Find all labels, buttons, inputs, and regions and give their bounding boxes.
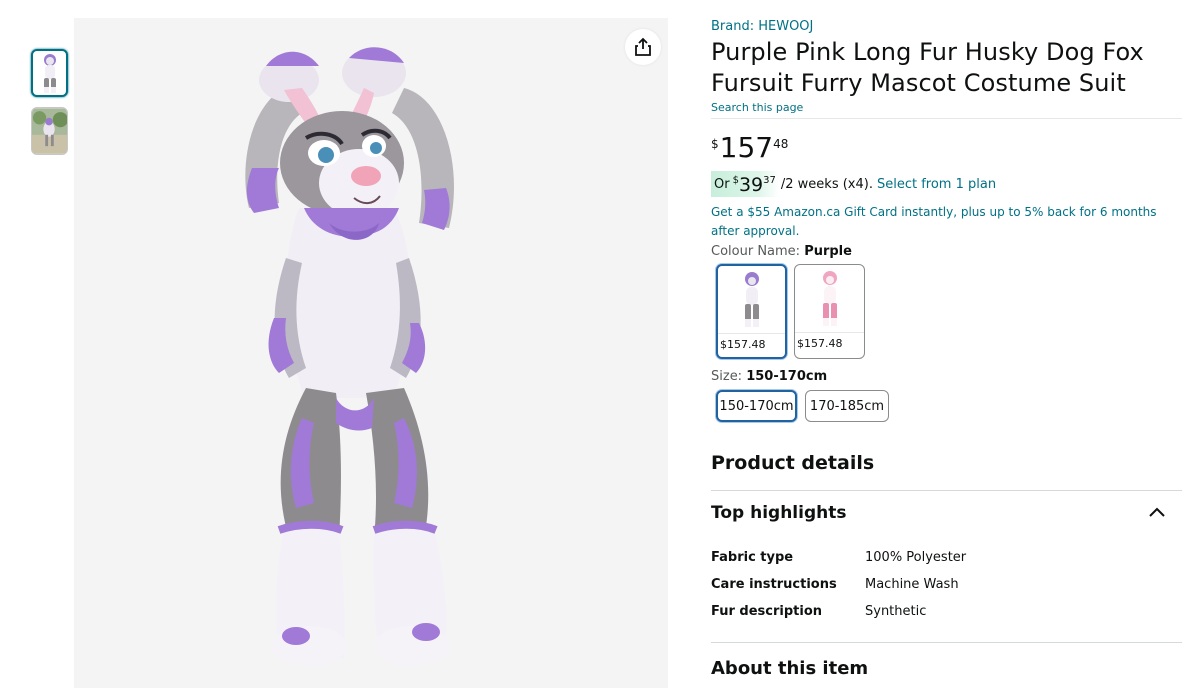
- product-details-heading: Product details: [711, 452, 875, 474]
- size-label: Size: 150-170cm: [711, 369, 827, 384]
- colour-swatch-price: $157.48: [720, 338, 766, 351]
- product-price: $ 157 48: [711, 131, 788, 165]
- price-whole: 157: [719, 131, 774, 164]
- search-this-page-link[interactable]: Search this page: [711, 101, 803, 114]
- share-button[interactable]: [625, 29, 661, 65]
- select-plan-link[interactable]: Select from 1 plan: [877, 177, 996, 192]
- top-highlights-heading[interactable]: Top highlights: [711, 503, 846, 523]
- thumbnail-2[interactable]: [31, 107, 68, 155]
- outdoor-thumbnail-image: [32, 108, 67, 154]
- spec-value-fur-description: Synthetic: [865, 604, 927, 619]
- size-selected-value: 150-170cm: [746, 369, 828, 384]
- spec-value-fabric-type: 100% Polyester: [865, 550, 967, 565]
- fursuit-illustration: [245, 47, 454, 666]
- size-option-150-170[interactable]: 150-170cm: [716, 390, 797, 422]
- installment-whole: 39: [738, 174, 764, 196]
- spec-value-care-instructions: Machine Wash: [865, 577, 959, 592]
- price-fraction: 48: [773, 137, 789, 151]
- colour-swatch-purple[interactable]: $157.48: [716, 264, 787, 359]
- spec-key-care-instructions: Care instructions: [711, 577, 837, 592]
- main-product-image[interactable]: [74, 18, 668, 688]
- colour-swatch-image: [795, 265, 864, 333]
- pink-costume-icon: [822, 270, 837, 326]
- product-title: Purple Pink Long Fur Husky Dog Fox Fursu…: [711, 38, 1144, 97]
- size-option-170-185[interactable]: 170-185cm: [805, 390, 889, 422]
- price-currency: $: [711, 137, 719, 151]
- chevron-up-icon[interactable]: [1147, 503, 1167, 523]
- costume-thumbnail-image: [43, 54, 56, 93]
- installment-period: /2 weeks (x4).: [780, 176, 873, 192]
- colour-label-text: Colour Name:: [711, 244, 801, 259]
- share-icon: [635, 37, 651, 56]
- divider: [711, 118, 1182, 119]
- colour-swatch-price: $157.48: [797, 337, 843, 350]
- size-label-text: Size:: [711, 369, 743, 384]
- brand-link[interactable]: Brand: HEWOOJ: [711, 19, 813, 34]
- colour-selected-value: Purple: [804, 244, 852, 259]
- colour-swatch-image: [718, 266, 785, 334]
- spec-key-fabric-type: Fabric type: [711, 550, 794, 565]
- installment-or: Or: [714, 177, 730, 192]
- installment-fraction: 37: [763, 175, 776, 186]
- purple-costume-icon: [744, 271, 759, 327]
- thumbnail-1[interactable]: [31, 49, 68, 97]
- installment-offer: Or $ 39 37 /2 weeks (x4). Select from 1 …: [711, 171, 996, 197]
- colour-name-label: Colour Name: Purple: [711, 244, 852, 259]
- divider: [711, 490, 1182, 491]
- installment-price-highlight: Or $ 39 37: [711, 171, 779, 197]
- gift-card-promo-link[interactable]: Get a $55 Amazon.ca Gift Card instantly,…: [711, 203, 1182, 241]
- colour-swatch-pink[interactable]: $157.48: [794, 264, 865, 359]
- about-this-item-heading: About this item: [711, 658, 869, 679]
- divider: [711, 642, 1182, 643]
- spec-key-fur-description: Fur description: [711, 604, 823, 619]
